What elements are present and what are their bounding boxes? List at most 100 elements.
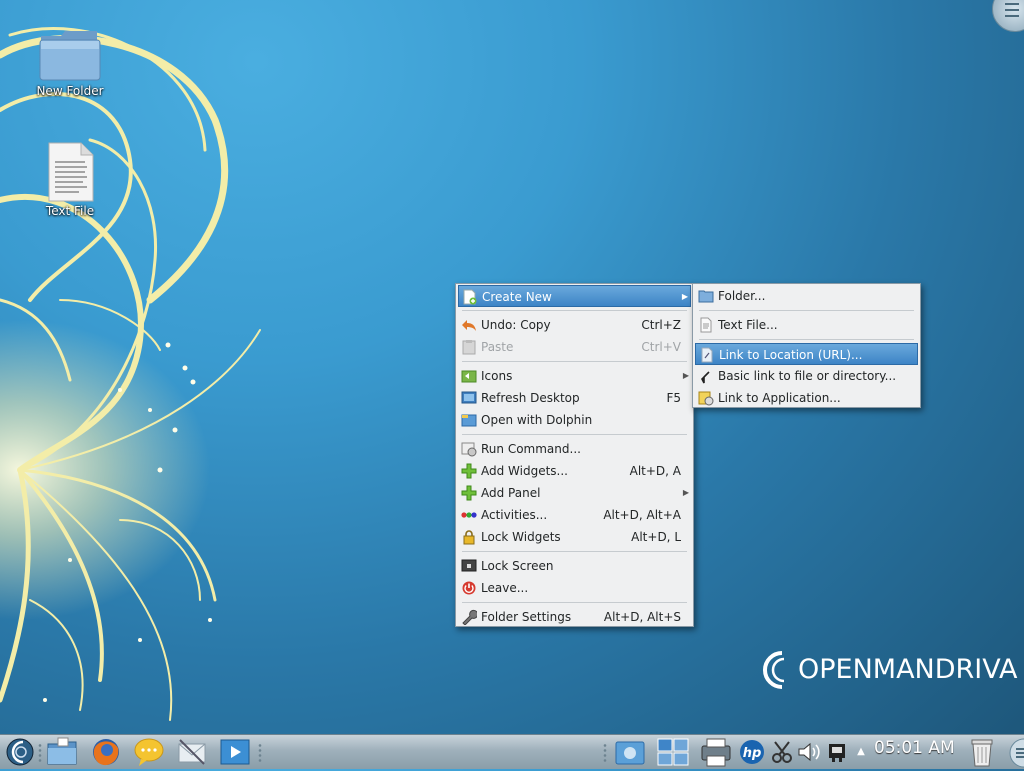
add-panel-icon xyxy=(461,485,477,501)
svg-text:hp: hp xyxy=(743,746,762,761)
run-command-icon xyxy=(461,442,477,457)
pager-icon xyxy=(657,738,689,766)
create-new-icon xyxy=(463,289,477,305)
menu-separator xyxy=(462,551,687,552)
menu-item-shortcut: Alt+D, Alt+S xyxy=(603,610,681,624)
link-icon xyxy=(701,371,710,384)
volume-applet[interactable] xyxy=(796,736,822,768)
menu-separator xyxy=(462,434,687,435)
trash-applet[interactable] xyxy=(966,736,998,768)
menu-item-refresh-desktop[interactable]: Refresh Desktop F5 xyxy=(458,387,691,409)
submenu-item-label: Link to Location (URL)... xyxy=(719,348,863,362)
menu-item-add-widgets[interactable]: Add Widgets... Alt+D, A xyxy=(458,460,691,482)
menu-item-label: Folder Settings xyxy=(481,610,572,624)
menu-item-label: Undo: Copy xyxy=(481,318,551,332)
menu-item-shortcut: Alt+D, Alt+A xyxy=(603,508,681,522)
menu-item-add-panel[interactable]: Add Panel ▶ xyxy=(458,482,691,504)
submenu-item-text-file[interactable]: Text File... xyxy=(695,314,918,336)
submenu-item-label: Basic link to file or directory... xyxy=(718,369,897,383)
submenu-item-link-to-application[interactable]: Link to Application... xyxy=(695,387,918,409)
mail-launcher[interactable] xyxy=(176,736,208,768)
menu-item-create-new[interactable]: Create New ▶ xyxy=(458,285,691,307)
firefox-launcher[interactable] xyxy=(90,736,122,768)
icons-icon xyxy=(461,370,477,383)
desktop-context-menu: Create New ▶ Undo: Copy Ctrl+Z Paste Ctr… xyxy=(455,283,694,627)
file-manager-launcher[interactable] xyxy=(46,736,78,768)
logo-text: OPENMANDRIVA xyxy=(798,654,1018,685)
submenu-item-folder[interactable]: Folder... xyxy=(695,285,918,307)
desktop-icon-new-folder[interactable]: New Folder xyxy=(25,28,115,98)
desktop-icon-label: New Folder xyxy=(36,84,104,98)
printer-icon xyxy=(701,738,731,767)
submenu-item-label: Text File... xyxy=(718,318,778,332)
menu-item-lock-widgets[interactable]: Lock Widgets Alt+D, L xyxy=(458,526,691,548)
volume-icon xyxy=(798,742,820,762)
text-file-icon xyxy=(48,142,94,202)
undo-icon xyxy=(462,320,476,331)
menu-item-paste[interactable]: Paste Ctrl+V xyxy=(458,336,691,358)
menu-item-label: Icons xyxy=(481,369,513,383)
application-launcher-button[interactable] xyxy=(4,736,36,768)
file-manager-icon xyxy=(47,737,77,765)
submenu-arrow-icon: ▶ xyxy=(682,488,689,497)
panel-handle[interactable] xyxy=(258,743,262,763)
chat-launcher[interactable] xyxy=(133,736,165,768)
menu-item-shortcut: Ctrl+Z xyxy=(641,318,681,332)
menu-item-leave[interactable]: Leave... xyxy=(458,577,691,599)
toolbox-icon xyxy=(1005,3,1019,17)
menu-separator xyxy=(699,310,914,311)
menu-item-folder-settings[interactable]: Folder Settings Alt+D, Alt+S xyxy=(458,606,691,628)
mail-icon xyxy=(178,739,206,765)
media-player-launcher[interactable] xyxy=(219,736,251,768)
submenu-item-basic-link[interactable]: Basic link to file or directory... xyxy=(695,365,918,387)
menu-item-label: Paste xyxy=(481,340,514,354)
network-icon xyxy=(829,744,845,762)
refresh-desktop-icon xyxy=(461,391,477,404)
folder-settings-icon xyxy=(462,609,477,625)
panel-toolbox-button[interactable] xyxy=(1004,736,1024,768)
device-notifier[interactable] xyxy=(614,736,646,768)
menu-item-label: Lock Widgets xyxy=(481,530,561,544)
desktop-icon-label: Text File xyxy=(45,204,95,218)
paste-icon xyxy=(462,340,476,355)
hp-icon: hp xyxy=(740,740,764,764)
lock-screen-icon xyxy=(461,559,477,572)
application-launcher-icon xyxy=(6,738,34,766)
menu-item-activities[interactable]: Activities... Alt+D, Alt+A xyxy=(458,504,691,526)
clipboard-applet[interactable] xyxy=(770,736,794,768)
leave-icon xyxy=(462,581,476,595)
submenu-item-link-to-location[interactable]: Link to Location (URL)... xyxy=(695,343,918,365)
media-player-icon xyxy=(220,739,250,765)
menu-item-label: Activities... xyxy=(481,508,548,522)
openmandriva-logo-icon xyxy=(763,651,785,689)
menu-item-lock-screen[interactable]: Lock Screen xyxy=(458,555,691,577)
device-notifier-icon xyxy=(615,741,645,765)
digital-clock[interactable]: 05:01 AM xyxy=(874,738,955,758)
tray-expand-button[interactable]: ▲ xyxy=(854,736,868,768)
link-application-icon xyxy=(698,391,714,406)
menu-item-shortcut: Ctrl+V xyxy=(641,340,681,354)
create-new-submenu: Folder... Text File... Link to Location … xyxy=(692,283,921,408)
desktop-icon-text-file[interactable]: Text File xyxy=(25,142,115,218)
taskbar-panel: hp ▲ 05:01 AM xyxy=(0,734,1024,769)
tray-expand-icon: ▲ xyxy=(857,746,865,757)
menu-item-open-with-dolphin[interactable]: Open with Dolphin xyxy=(458,409,691,431)
menu-item-undo-copy[interactable]: Undo: Copy Ctrl+Z xyxy=(458,314,691,336)
menu-item-shortcut: Alt+D, A xyxy=(629,464,681,478)
menu-item-shortcut: Alt+D, L xyxy=(631,530,681,544)
folder-icon xyxy=(698,290,714,303)
panel-handle[interactable] xyxy=(38,743,42,763)
menu-item-icons[interactable]: Icons ▶ xyxy=(458,365,691,387)
clipboard-icon xyxy=(772,741,792,763)
menu-item-label: Leave... xyxy=(481,581,529,595)
panel-handle[interactable] xyxy=(603,743,607,763)
pager-widget[interactable] xyxy=(657,736,689,768)
dolphin-icon xyxy=(461,414,477,427)
network-applet[interactable] xyxy=(824,736,850,768)
panel-toolbox-icon xyxy=(1009,738,1024,768)
menu-item-run-command[interactable]: Run Command... xyxy=(458,438,691,460)
submenu-item-label: Folder... xyxy=(718,289,766,303)
activities-icon xyxy=(461,512,477,518)
printer-applet[interactable] xyxy=(700,736,732,768)
hp-applet[interactable]: hp xyxy=(738,736,770,768)
